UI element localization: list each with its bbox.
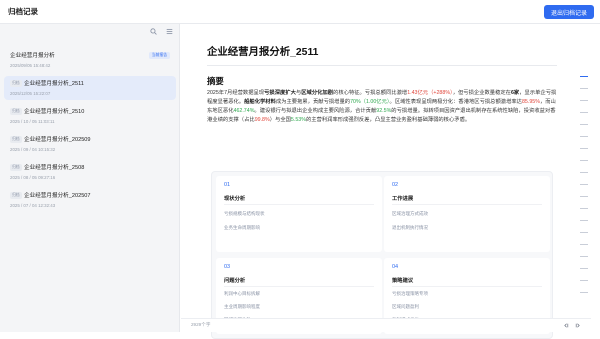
card-title: 工作进展 (392, 196, 414, 202)
sidebar-item-202509[interactable]: 归档 企业经营月报分析_202509 2025 / 09 / 04 10:15:… (4, 132, 176, 156)
card-item: 退出机制执行情况 (392, 225, 428, 230)
report-time: 2025 / 10 / 05 11:03:11 (10, 119, 55, 124)
minimap-tick[interactable] (580, 100, 588, 101)
divider (392, 286, 542, 287)
divider (224, 286, 374, 287)
minimap-tick[interactable] (580, 184, 588, 185)
minimap-tick[interactable] (580, 268, 588, 269)
sidebar-item-2510[interactable]: 归档 企业经营月报分析_2510 2025 / 10 / 05 11:03:11 (4, 104, 176, 128)
sidebar-item-2511[interactable]: 归档 企业经营月报分析_2511 2025/12/05 15:22:07 (4, 76, 176, 100)
current-report-badge: 当前报告 (148, 52, 170, 59)
sidebar-header (0, 24, 180, 40)
archive-tag: 归档 (10, 108, 22, 115)
report-time: 2025/09/05 15:48:42 (10, 63, 51, 68)
document-view: 企业经营月报分析_2511 摘要 2025年7月经营数据呈现亏损深度扩大与区域分… (181, 24, 600, 339)
divider (224, 204, 374, 205)
outline-card-02[interactable]: 02 工作进展 区域治理方式成效 退出机制执行情况 (384, 176, 550, 252)
minimap-tick[interactable] (580, 280, 588, 281)
card-item: 主业周期影响程度 (224, 304, 260, 309)
document-title: 企业经营月报分析_2511 (207, 47, 319, 58)
search-icon[interactable] (150, 28, 157, 35)
report-time: 2025 / 08 / 05 09:27:16 (10, 175, 56, 180)
card-number: 03 (224, 264, 231, 270)
minimap-tick[interactable] (580, 148, 588, 149)
card-title: 问题分析 (224, 278, 246, 284)
report-name: 企业经营月报分析_202509 (24, 137, 91, 143)
archive-sidebar: 企业经营月报分析 当前报告 2025/09/05 15:48:42 归档 企业经… (0, 24, 180, 332)
sidebar-item-202507[interactable]: 归档 企业经营月报分析_202507 2025 / 07 / 04 12:32:… (4, 188, 176, 212)
expand-icon[interactable] (575, 322, 581, 329)
section-title: 摘要 (207, 76, 224, 86)
minimap-tick[interactable] (580, 232, 588, 233)
report-name: 企业经营月报分析_2511 (24, 81, 84, 87)
exit-archive-button[interactable]: 退出归档记录 (544, 5, 594, 19)
sidebar-item-2508[interactable]: 归档 企业经营月报分析_2508 2025 / 08 / 05 09:27:16 (4, 160, 176, 184)
card-number: 01 (224, 182, 231, 188)
minimap-tick[interactable] (580, 256, 588, 257)
card-item: 区域问题盈利 (392, 304, 419, 309)
list-icon[interactable] (166, 28, 173, 35)
report-time: 2025 / 07 / 04 12:32:43 (10, 203, 56, 208)
minimap-tick[interactable] (580, 136, 588, 137)
card-number: 04 (392, 264, 399, 270)
report-time: 2025/12/05 15:22:07 (10, 91, 51, 96)
card-item: 亏损治理策略专项 (392, 291, 428, 296)
minimap-tick[interactable] (580, 172, 588, 173)
minimap-tick[interactable] (580, 160, 588, 161)
archive-tag: 归档 (10, 80, 22, 87)
top-bar: 归档记录 退出归档记录 (0, 0, 600, 24)
minimap-tick[interactable] (580, 88, 588, 89)
report-name: 企业经营月报分析_2508 (24, 165, 85, 171)
archive-tag: 归档 (10, 164, 22, 171)
report-name: 企业经营月报分析 (10, 53, 55, 59)
outline-minimap[interactable] (577, 74, 591, 314)
minimap-tick[interactable] (580, 76, 588, 77)
minimap-tick[interactable] (580, 244, 588, 245)
minimap-tick[interactable] (580, 196, 588, 197)
divider (392, 204, 542, 205)
word-count: 2929个字 (191, 322, 211, 327)
minimap-tick[interactable] (580, 220, 588, 221)
card-number: 02 (392, 182, 399, 188)
archive-tag: 归档 (10, 136, 22, 143)
minimap-tick[interactable] (580, 112, 588, 113)
collapse-icon[interactable] (563, 322, 569, 329)
summary-paragraph: 2025年7月经营数据呈现亏损深度扩大与区域分化加剧的核心特征。亏损总额同比激增… (207, 90, 557, 123)
page-title: 归档记录 (8, 7, 38, 16)
outline-card-01[interactable]: 01 现状分析 亏损规模与结构现状 业务生命周期影响 (216, 176, 382, 252)
card-item: 区域治理方式成效 (392, 211, 428, 216)
report-name: 企业经营月报分析_202507 (24, 193, 91, 199)
card-item: 亏损规模与结构现状 (224, 211, 265, 216)
archive-tag: 归档 (10, 192, 22, 199)
card-title: 现状分析 (224, 196, 246, 202)
sidebar-item-current-report[interactable]: 企业经营月报分析 当前报告 2025/09/05 15:48:42 (4, 48, 176, 72)
minimap-tick[interactable] (580, 124, 588, 125)
card-title: 策略建议 (392, 278, 414, 284)
minimap-tick[interactable] (580, 208, 588, 209)
outline-card-grid: 01 现状分析 亏损规模与结构现状 业务生命周期影响 02 工作进展 区域治理方… (211, 171, 553, 339)
card-item: 业务生命周期影响 (224, 225, 260, 230)
card-item: 利润中心目标拆解 (224, 291, 260, 296)
divider (207, 65, 557, 66)
report-time: 2025 / 09 / 04 10:15:32 (10, 147, 56, 152)
minimap-tick[interactable] (580, 292, 588, 293)
document-footer: 2929个字 (181, 318, 591, 332)
report-name: 企业经营月报分析_2510 (24, 109, 85, 115)
